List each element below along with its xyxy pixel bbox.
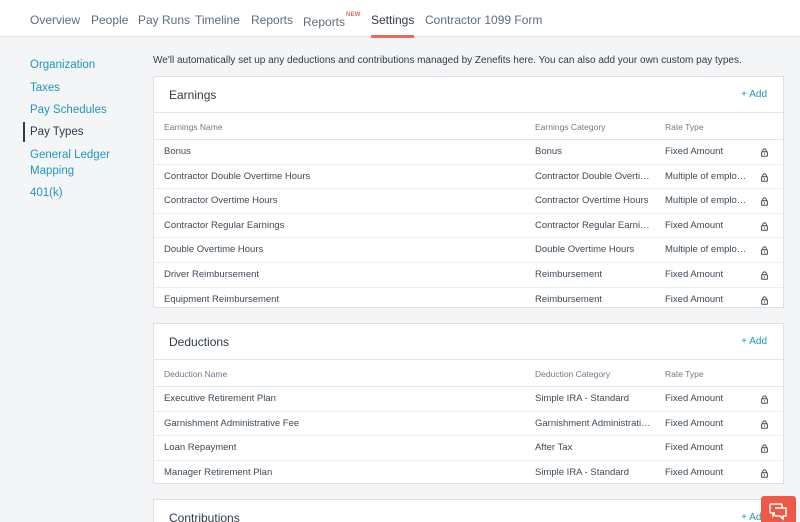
rate-type: Fixed Amount (665, 393, 724, 404)
earnings-title: Earnings (169, 88, 217, 102)
tab-contractor-1099-form[interactable]: Contractor 1099 Form (425, 0, 542, 37)
tab-pay-runs[interactable]: Pay Runs (138, 0, 190, 37)
table-row[interactable]: Manager Retirement Plan Simple IRA - Sta… (154, 461, 783, 486)
earnings-card: Earnings + Add Earnings Name Earnings Ca… (153, 76, 784, 308)
chat-icon (769, 503, 787, 521)
earning-category: Contractor Double Overtime Hours (535, 170, 652, 182)
rate-type: Fixed Amount (665, 293, 724, 305)
earning-category: Double Overtime Hours (535, 244, 635, 256)
sidebar-item-pay-schedules[interactable]: Pay Schedules (30, 103, 107, 118)
lock-icon (761, 197, 768, 206)
deductions-header: Deductions + Add (154, 324, 783, 360)
lock-icon (761, 222, 768, 231)
lock-icon (761, 469, 768, 478)
rate-type: Multiple of employee rate (665, 170, 751, 182)
tab-people[interactable]: People (91, 0, 128, 37)
table-row[interactable]: Double Overtime Hours Double Overtime Ho… (154, 238, 783, 263)
column-header-earnings-name[interactable]: Earnings Name (164, 113, 524, 142)
top-nav: Overview People Pay Runs Timeline Report… (0, 0, 800, 38)
table-row[interactable]: Equipment Reimbursement Reimbursement Fi… (154, 288, 783, 313)
table-row[interactable]: Garnishment Administrative Fee Garnishme… (154, 412, 783, 437)
table-row[interactable]: Driver Reimbursement Reimbursement Fixed… (154, 263, 783, 288)
lock-icon (761, 246, 768, 256)
deduction-category: Simple IRA - Standard (535, 466, 629, 478)
chat-button[interactable] (761, 496, 796, 522)
sidebar-item-pay-types[interactable]: Pay Types (30, 125, 84, 140)
earnings-header: Earnings + Add (154, 77, 783, 113)
table-row[interactable]: Contractor Overtime Hours Contractor Ove… (154, 189, 783, 214)
lock-icon (761, 173, 768, 182)
lock-icon (761, 420, 768, 429)
table-row[interactable]: Contractor Regular Earnings Contractor R… (154, 214, 783, 239)
deductions-title: Deductions (169, 335, 230, 349)
earning-name: Contractor Double Overtime Hours (164, 170, 311, 182)
sidebar-item-general-ledger[interactable]: General Ledger (30, 148, 110, 163)
earnings-rows: Bonus Bonus Fixed Amount Contractor Doub… (154, 140, 783, 312)
tab-reports[interactable]: Reports (251, 0, 293, 37)
earning-name: Contractor Overtime Hours (164, 195, 278, 207)
earning-name: Driver Reimbursement (164, 268, 260, 280)
rate-type: Fixed Amount (665, 442, 724, 454)
earning-category: Reimbursement (535, 293, 603, 305)
earnings-column-headers: Earnings Name Earnings Category Rate Typ… (154, 113, 783, 140)
earning-name: Bonus (164, 146, 191, 157)
sidebar-item-general-ledger-mapping[interactable]: Mapping (30, 164, 74, 179)
column-header-rate-type[interactable]: Rate Type (665, 360, 751, 389)
sidebar-item-401k[interactable]: 401(k) (30, 186, 63, 201)
tab-overview[interactable]: Overview (30, 0, 80, 37)
table-row[interactable]: Executive Retirement Plan Simple IRA - S… (154, 387, 783, 412)
sidebar-item-taxes[interactable]: Taxes (30, 81, 60, 96)
tab-reports-new[interactable]: ReportsNEW (303, 0, 361, 37)
rate-type: Multiple of employee rate (665, 195, 751, 207)
earning-name: Equipment Reimbursement (164, 293, 280, 305)
new-badge: NEW (346, 12, 361, 18)
lock-icon (761, 295, 768, 305)
deduction-category: Garnishment Administrative Fee (535, 417, 652, 429)
lock-icon (761, 271, 768, 280)
rate-type: Fixed Amount (665, 219, 724, 231)
add-earning-button[interactable]: + Add (741, 77, 767, 113)
lock-icon (761, 395, 768, 404)
rate-type: Fixed Amount (665, 146, 724, 157)
rate-type: Fixed Amount (665, 417, 724, 429)
rate-type: Fixed Amount (665, 268, 724, 280)
deduction-category: Simple IRA - Standard (535, 393, 629, 404)
deduction-name: Garnishment Administrative Fee (164, 417, 300, 429)
add-deduction-button[interactable]: + Add (741, 324, 767, 360)
pay-types-intro: We'll automatically set up any deduction… (153, 55, 742, 66)
earning-category: Contractor Regular Earnings (535, 219, 652, 231)
table-row[interactable]: Contractor Double Overtime Hours Contrac… (154, 165, 783, 190)
deduction-name: Manager Retirement Plan (164, 466, 273, 478)
contributions-header: Contributions + Add (154, 500, 783, 522)
tab-reports-new-label: Reports (303, 15, 346, 29)
earning-category: Bonus (535, 146, 562, 157)
earning-name: Double Overtime Hours (164, 244, 264, 256)
earning-category: Reimbursement (535, 268, 603, 280)
column-header-rate-type[interactable]: Rate Type (665, 113, 751, 142)
deductions-column-headers: Deduction Name Deduction Category Rate T… (154, 360, 783, 387)
rate-type: Fixed Amount (665, 466, 724, 478)
lock-icon (761, 444, 768, 453)
deduction-name: Executive Retirement Plan (164, 393, 276, 404)
sidebar-active-indicator (23, 122, 25, 142)
deduction-name: Loan Repayment (164, 442, 237, 454)
contributions-title: Contributions (169, 511, 240, 522)
column-header-deduction-name[interactable]: Deduction Name (164, 360, 524, 389)
earning-name: Contractor Regular Earnings (164, 219, 285, 231)
earning-category: Contractor Overtime Hours (535, 195, 649, 207)
table-row[interactable]: Bonus Bonus Fixed Amount (154, 140, 783, 165)
table-row[interactable]: Loan Repayment After Tax Fixed Amount (154, 436, 783, 461)
rate-type: Multiple of employee rate (665, 244, 751, 256)
deductions-rows: Executive Retirement Plan Simple IRA - S… (154, 387, 783, 485)
column-header-earnings-category[interactable]: Earnings Category (535, 113, 652, 142)
deductions-card: Deductions + Add Deduction Name Deductio… (153, 323, 784, 484)
sidebar-item-organization[interactable]: Organization (30, 58, 95, 73)
lock-icon (761, 148, 768, 157)
column-header-deduction-category[interactable]: Deduction Category (535, 360, 652, 389)
deduction-category: After Tax (535, 442, 573, 454)
tab-settings[interactable]: Settings (371, 0, 415, 38)
contributions-card: Contributions + Add (153, 499, 784, 522)
tab-timeline[interactable]: Timeline (195, 0, 240, 37)
